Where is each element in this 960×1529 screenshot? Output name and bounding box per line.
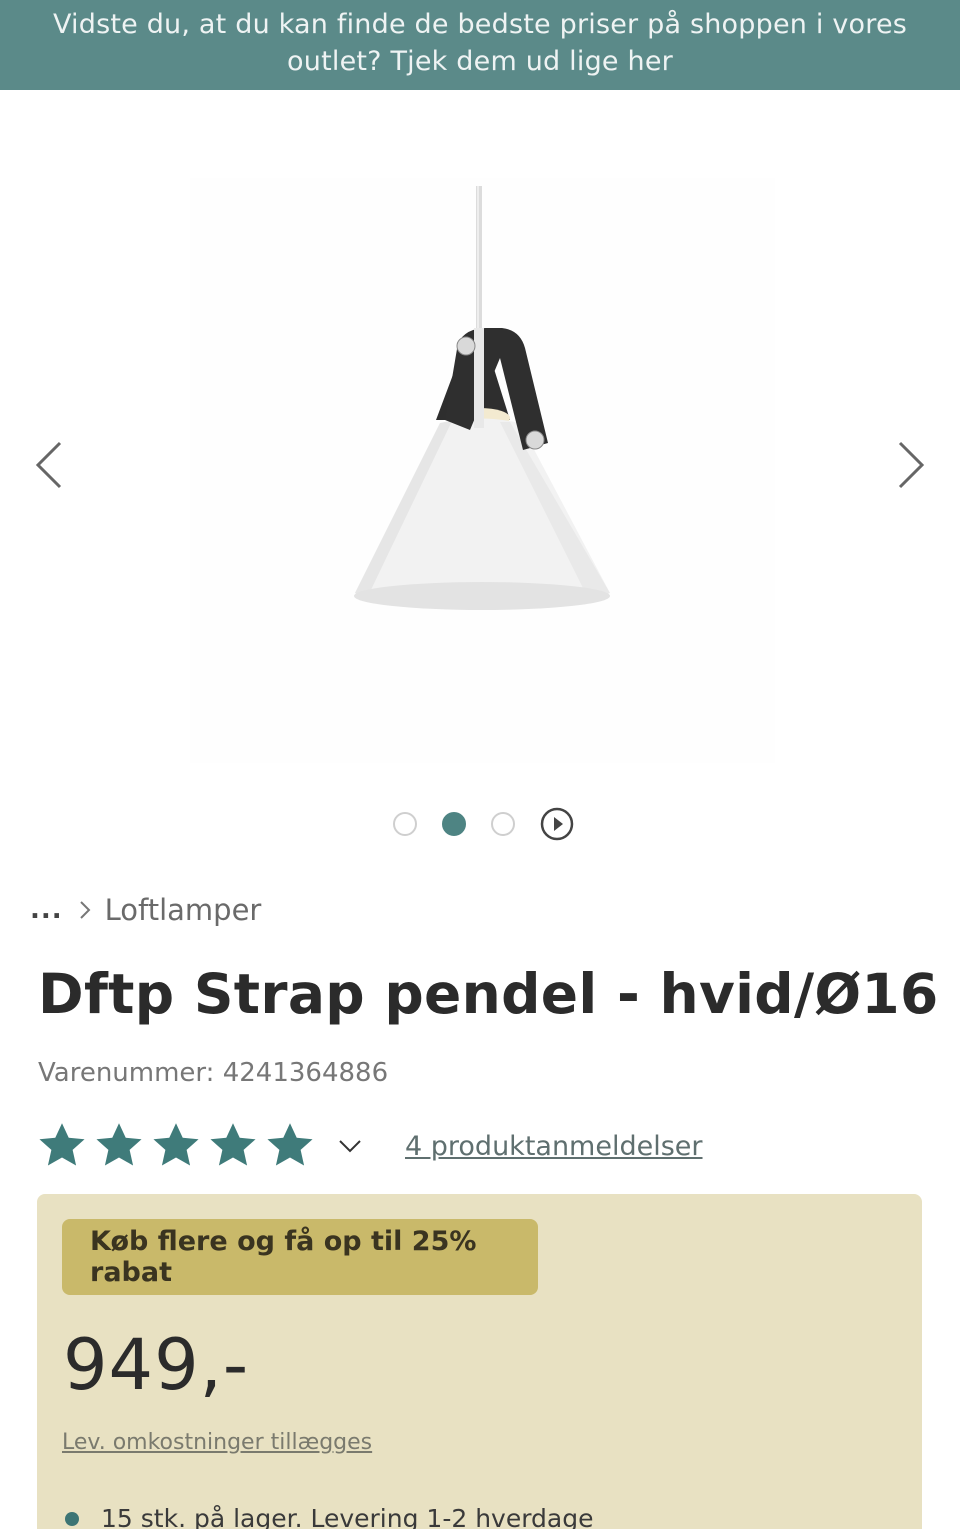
breadcrumb: ... Loftlamper [30, 890, 261, 930]
gallery-dot-3[interactable] [491, 812, 515, 836]
breadcrumb-loftlamper[interactable]: Loftlamper [105, 893, 262, 927]
chevron-down-icon[interactable] [335, 1131, 365, 1161]
gallery-prev-button[interactable] [30, 435, 70, 495]
product-sku: Varenummer: 4241364886 [38, 1058, 388, 1088]
product-price: 949,- [63, 1324, 250, 1406]
product-title: Dftp Strap pendel - hvid/Ø16 [38, 962, 939, 1026]
reviews-link[interactable]: 4 produktanmeldelser [405, 1131, 703, 1162]
stock-text: 15 stk. på lager. Levering 1-2 hverdage [101, 1504, 594, 1529]
star-icon [153, 1123, 199, 1166]
star-icon [39, 1123, 85, 1166]
chevron-right-icon [79, 901, 91, 919]
play-video-button[interactable] [540, 807, 574, 841]
rating-stars [36, 1120, 321, 1172]
gallery-next-button[interactable] [890, 435, 930, 495]
play-icon [540, 807, 574, 841]
gallery-dot-1[interactable] [393, 812, 417, 836]
sku-label: Varenummer: [38, 1058, 215, 1088]
banner-line-1: Vidste du, at du kan finde de bedste pri… [52, 9, 908, 40]
promo-badge: Køb flere og få op til 25% rabat [62, 1219, 538, 1295]
star-icon [210, 1123, 256, 1166]
breadcrumb-ellipsis[interactable]: ... [30, 895, 63, 925]
price-box: Køb flere og få op til 25% rabat 949,- L… [37, 1194, 922, 1529]
product-rating: 4 produktanmeldelser [36, 1118, 703, 1174]
product-gallery [0, 90, 960, 790]
star-icon [267, 1123, 313, 1166]
stock-status: 15 stk. på lager. Levering 1-2 hverdage [65, 1504, 594, 1529]
stock-indicator-icon [65, 1511, 79, 1526]
gallery-dot-2[interactable] [442, 812, 466, 836]
shipping-cost-link[interactable]: Lev. omkostninger tillægges [62, 1430, 372, 1455]
product-image[interactable] [190, 178, 775, 763]
gallery-pagination [393, 806, 574, 842]
banner-line-2: outlet? Tjek dem ud lige her [287, 46, 673, 77]
promo-banner[interactable]: Vidste du, at du kan finde de bedste pri… [0, 0, 960, 90]
chevron-right-icon [898, 441, 925, 489]
chevron-left-icon [35, 441, 62, 489]
sku-value: 4241364886 [222, 1058, 389, 1088]
pendant-lamp-image [190, 178, 775, 763]
star-icon [96, 1123, 142, 1166]
